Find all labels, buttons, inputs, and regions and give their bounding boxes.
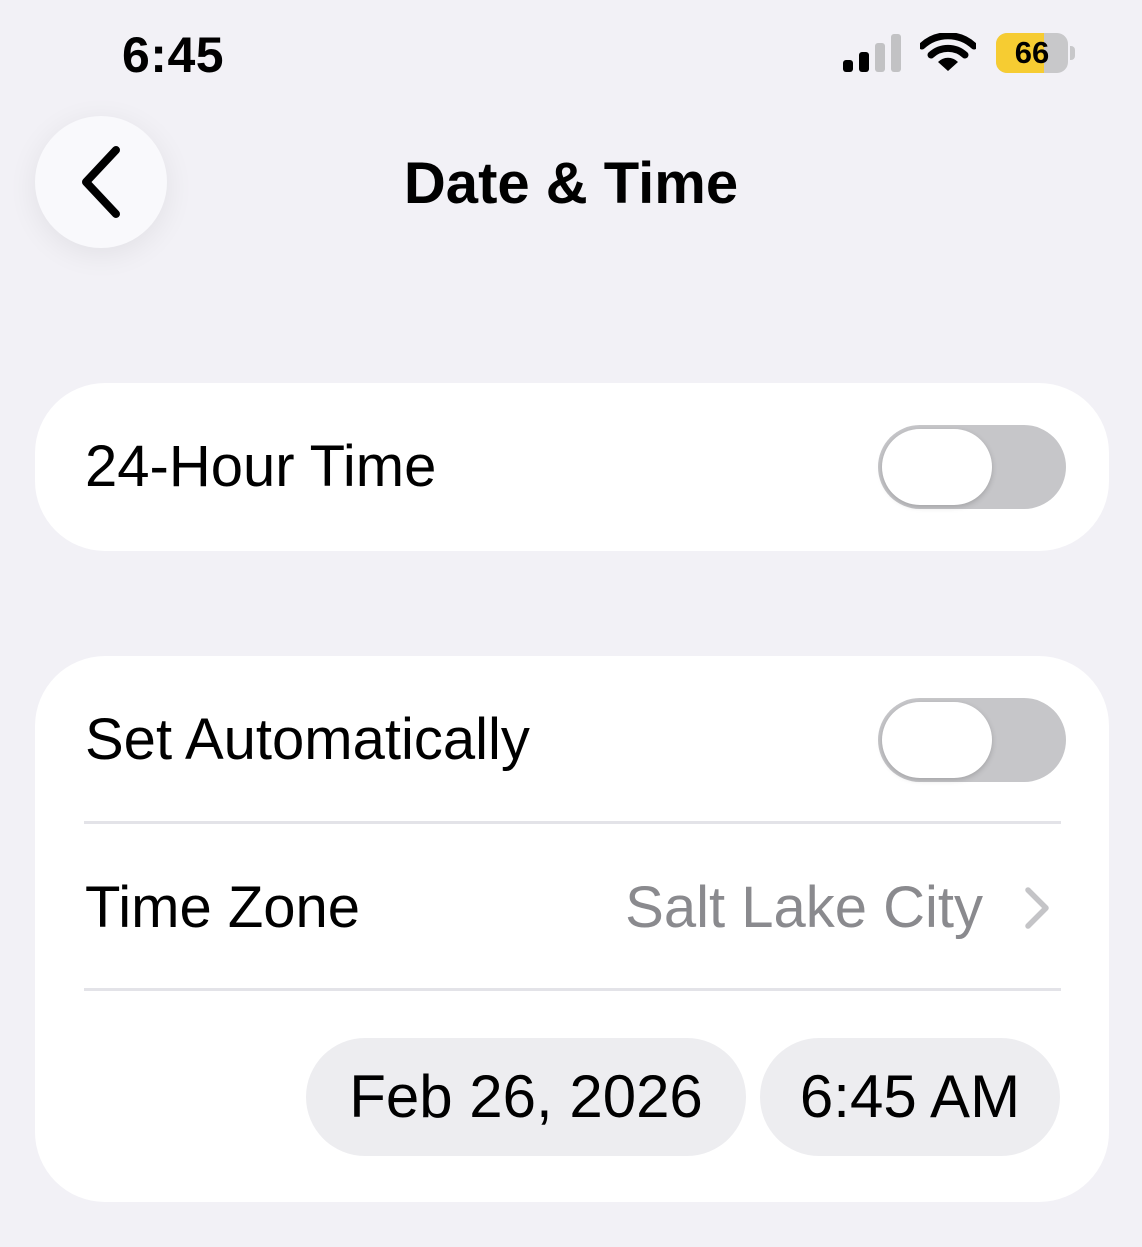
chevron-right-icon	[1025, 887, 1049, 929]
battery-level: 66	[1014, 35, 1050, 70]
battery-icon: 66	[996, 33, 1078, 73]
page-title: Date & Time	[403, 151, 739, 216]
status-time: 6:45	[122, 27, 225, 83]
set-automatically-label: Set Automatically	[85, 707, 530, 772]
hour24-label: 24-Hour Time	[85, 434, 437, 499]
toggle-knob	[882, 429, 992, 505]
divider	[84, 988, 1061, 991]
signal-icon	[843, 34, 901, 72]
hour24-row: 24-Hour Time	[35, 383, 1109, 551]
date-picker-button[interactable]: Feb 26, 2026	[306, 1038, 746, 1156]
time-zone-label: Time Zone	[85, 875, 361, 940]
toggle-knob	[882, 702, 992, 778]
time-zone-value: Salt Lake City	[625, 875, 983, 940]
datetime-card: Set Automatically Time Zone Salt Lake Ci…	[35, 656, 1109, 1202]
set-automatically-toggle[interactable]	[878, 698, 1066, 782]
time-picker-button[interactable]: 6:45 AM	[760, 1038, 1060, 1156]
status-bar: 6:45 66	[0, 0, 1142, 110]
hour24-card: 24-Hour Time	[35, 383, 1109, 551]
hour24-toggle[interactable]	[878, 425, 1066, 509]
time-zone-row[interactable]: Time Zone Salt Lake City	[35, 824, 1109, 990]
set-automatically-row: Set Automatically	[35, 656, 1109, 822]
wifi-icon	[920, 33, 976, 71]
